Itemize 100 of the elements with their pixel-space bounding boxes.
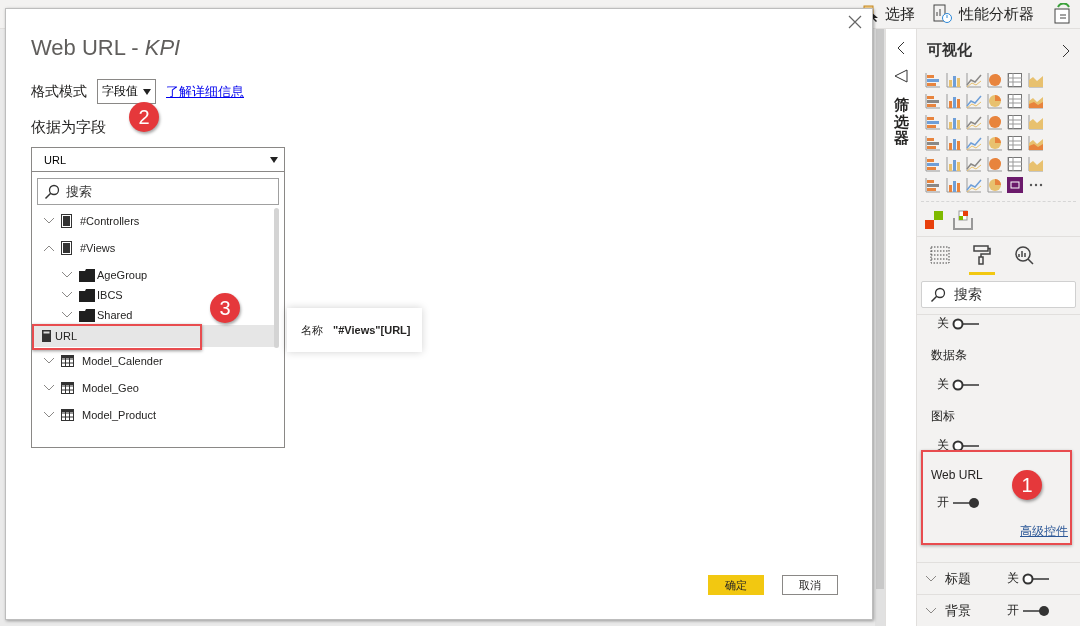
chevron-up-icon[interactable] — [43, 243, 55, 252]
visual-icon[interactable] — [966, 114, 982, 130]
visual-icon[interactable] — [925, 177, 941, 193]
table-icon — [61, 354, 74, 367]
folder-icon — [79, 308, 95, 322]
toggle-label: 开 — [1007, 602, 1019, 619]
visual-icon[interactable] — [925, 93, 941, 109]
chevron-down-icon[interactable] — [43, 216, 55, 225]
section-title[interactable]: 背景 — [945, 602, 971, 618]
visual-icon[interactable] — [1007, 156, 1023, 172]
filters-pane-title[interactable]: 筛选器 — [893, 97, 909, 147]
format-dropdown[interactable]: 字段值 — [97, 79, 156, 104]
toggle-switch[interactable] — [952, 496, 980, 509]
search-icon — [44, 183, 60, 200]
card-title: 图标 — [931, 408, 955, 425]
visual-icon[interactable] — [925, 135, 941, 151]
visual-icon[interactable] — [986, 135, 1003, 151]
custom-visual-icon[interactable] — [953, 210, 973, 230]
visual-icon[interactable] — [966, 72, 982, 88]
visual-icon[interactable] — [1027, 93, 1044, 109]
ok-button[interactable]: 确定 — [708, 575, 764, 595]
cancel-button[interactable]: 取消 — [782, 575, 838, 595]
toggle-switch[interactable] — [952, 317, 980, 330]
visual-icon[interactable] — [986, 177, 1003, 193]
funnel-icon — [894, 69, 908, 83]
visual-icon[interactable] — [986, 156, 1003, 172]
stopwatch-icon — [933, 4, 953, 24]
tree-item[interactable]: Model_Geo — [32, 374, 143, 401]
scrollbar-thumb[interactable] — [876, 29, 884, 589]
search-icon — [930, 286, 946, 303]
tree-item[interactable]: IBCS — [32, 285, 127, 305]
chevron-down-icon[interactable] — [43, 356, 55, 365]
chevron-down-icon[interactable] — [925, 574, 937, 583]
search-field[interactable]: 搜索 — [37, 178, 279, 205]
visual-icon[interactable] — [1007, 177, 1023, 193]
calculator-icon — [61, 213, 72, 228]
chevron-down-icon[interactable] — [925, 606, 937, 615]
chevron-left-icon[interactable] — [897, 41, 905, 55]
visual-icon[interactable] — [945, 135, 962, 151]
learn-more-link[interactable]: 了解详细信息 — [166, 82, 244, 101]
visual-icon[interactable] — [966, 93, 982, 109]
field-dropdown[interactable]: URL — [31, 147, 285, 172]
pane-tab[interactable] — [969, 245, 995, 275]
custom-visual-icon[interactable] — [925, 210, 945, 230]
visual-icon[interactable] — [945, 114, 962, 130]
visual-icon[interactable] — [966, 135, 982, 151]
folder-icon — [79, 268, 95, 282]
visual-icon[interactable] — [1007, 93, 1023, 109]
tree-item[interactable]: AgeGroup — [32, 265, 152, 285]
visual-icon[interactable] — [986, 93, 1003, 109]
chevron-down-icon[interactable] — [43, 410, 55, 419]
toggle-switch[interactable] — [1022, 604, 1050, 617]
chevron-right-icon[interactable] — [1062, 43, 1070, 58]
close-icon — [848, 15, 862, 29]
tree-item[interactable]: Model_Calender — [32, 347, 167, 374]
pane-title: 可视化 — [927, 41, 972, 60]
advanced-controls-link[interactable]: 高级控件 — [1020, 523, 1068, 540]
magnifier-chart-icon — [1014, 245, 1034, 265]
calculator-icon — [61, 240, 72, 255]
table-icon — [61, 408, 74, 421]
toggle-label: 关 — [937, 315, 949, 332]
visual-icon[interactable] — [1027, 135, 1044, 151]
paint-roller-icon — [972, 245, 992, 265]
visual-icon[interactable] — [1007, 135, 1023, 151]
visual-icon[interactable] — [945, 93, 962, 109]
visual-icon[interactable] — [945, 72, 962, 88]
tree-item[interactable]: URL — [32, 325, 275, 347]
toggle-switch[interactable] — [952, 378, 980, 391]
chevron-down-icon[interactable] — [61, 291, 73, 299]
visual-icon[interactable] — [966, 156, 982, 172]
chevron-down-icon[interactable] — [61, 311, 73, 319]
tooltip: 名称 "#Views"[URL] — [287, 308, 422, 352]
tree-item[interactable]: #Controllers — [32, 207, 144, 234]
chevron-down-icon[interactable] — [61, 271, 73, 279]
visual-icon[interactable] — [925, 156, 941, 172]
field-label: 格式模式 — [31, 82, 87, 101]
toggle-switch[interactable] — [1022, 572, 1050, 585]
caret-icon — [270, 156, 278, 163]
fields-icon — [930, 245, 950, 265]
visual-icon[interactable] — [966, 177, 982, 193]
visual-icon[interactable] — [945, 177, 962, 193]
visual-icon[interactable] — [945, 156, 962, 172]
tree-item[interactable]: Model_Product — [32, 401, 160, 428]
section-title[interactable]: 标题 — [945, 570, 971, 586]
visual-icon[interactable] — [986, 114, 1003, 130]
tree-item[interactable]: #Views — [32, 234, 120, 261]
toggle-switch[interactable] — [952, 439, 980, 452]
visual-icon[interactable] — [1007, 114, 1023, 130]
visual-icon[interactable] — [986, 72, 1003, 88]
chevron-down-icon[interactable] — [43, 383, 55, 392]
toolbar-button[interactable]: 性能分析器 — [933, 4, 1034, 24]
scrollbar-thumb[interactable] — [274, 208, 279, 348]
visual-icon[interactable] — [925, 72, 941, 88]
visual-icon[interactable] — [925, 114, 941, 130]
visual-icon[interactable] — [1007, 72, 1023, 88]
tree-item[interactable]: Shared — [32, 305, 137, 325]
toggle-label: 关 — [937, 437, 949, 454]
search-field[interactable]: 搜索 — [921, 281, 1076, 308]
callout-badge: 1 — [1012, 470, 1042, 500]
dialog-title: Web URL - KPI — [31, 35, 181, 61]
